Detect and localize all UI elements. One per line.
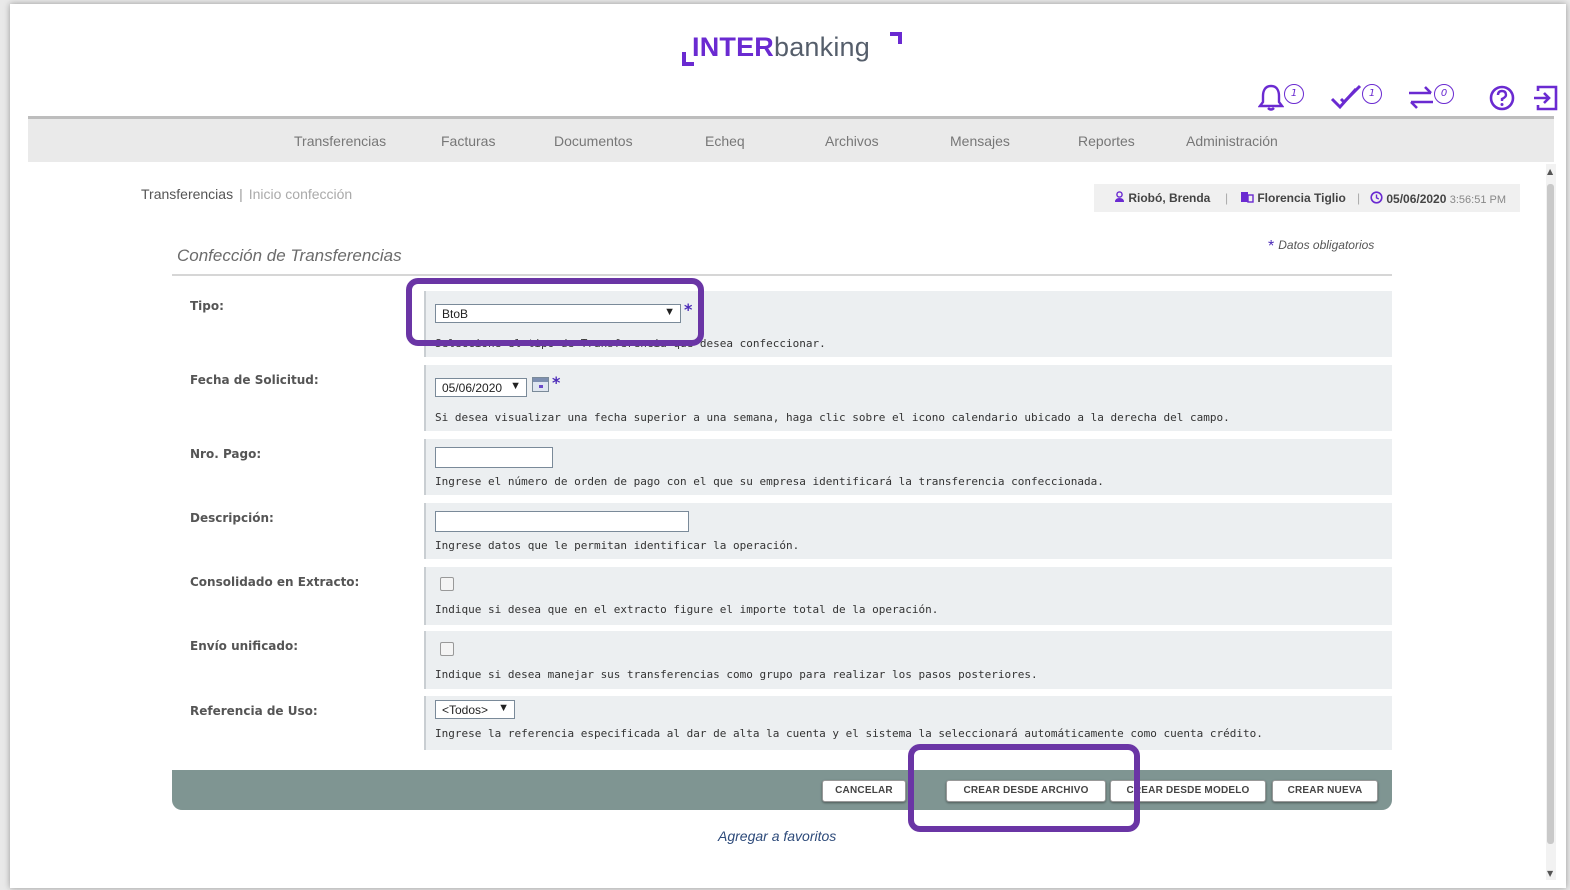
descripcion-field: Ingrese datos que le permitan identifica… bbox=[424, 503, 1392, 559]
title-divider bbox=[172, 274, 1392, 276]
breadcrumb-section[interactable]: Transferencias bbox=[141, 186, 233, 202]
page-title: Confección de Transferencias bbox=[177, 246, 402, 265]
userbar-separator: | bbox=[1225, 191, 1229, 205]
consolidado-checkbox[interactable] bbox=[440, 577, 454, 591]
breadcrumb-current: Inicio confección bbox=[248, 186, 353, 202]
check-icon[interactable]: 1 bbox=[1330, 82, 1382, 118]
chevron-down-icon: ▼ bbox=[510, 380, 521, 392]
scroll-down-arrow-icon[interactable]: ▼ bbox=[1547, 869, 1553, 878]
required-note: * Datos obligatorios bbox=[1268, 238, 1374, 256]
scroll-up-arrow-icon[interactable]: ▲ bbox=[1547, 167, 1553, 176]
logout-icon[interactable] bbox=[1532, 82, 1560, 118]
referencia-field: <Todos> ▼ Ingrese la referencia especifi… bbox=[424, 696, 1392, 750]
required-note-text: Datos obligatorios bbox=[1278, 238, 1375, 252]
session-time: 3:56:51 PM bbox=[1449, 194, 1507, 206]
nav-archivos[interactable]: Archivos bbox=[825, 133, 879, 149]
envio-checkbox[interactable] bbox=[440, 642, 454, 656]
required-star: * bbox=[1268, 238, 1275, 255]
nro-pago-hint: Ingrese el número de orden de pago con e… bbox=[435, 475, 1104, 488]
bell-icon[interactable]: 1 bbox=[1258, 82, 1304, 118]
transfer-icon[interactable]: 0 bbox=[1406, 82, 1454, 118]
descripcion-label: Descripción: bbox=[190, 511, 274, 525]
logo-bracket-right bbox=[890, 32, 902, 44]
nav-echeq[interactable]: Echeq bbox=[705, 133, 745, 149]
row-fecha: Fecha de Solicitud: 05/06/2020 ▼ * Si de… bbox=[172, 365, 1392, 431]
descripcion-input[interactable] bbox=[435, 511, 689, 532]
envio-hint: Indique si desea manejar sus transferenc… bbox=[435, 668, 1038, 681]
referencia-selected-value: <Todos> bbox=[442, 703, 489, 717]
consolidado-field: Indique si desea que en el extracto figu… bbox=[424, 567, 1392, 625]
userbar-separator: | bbox=[1357, 191, 1361, 205]
tipo-label: Tipo: bbox=[190, 299, 224, 313]
fecha-select[interactable]: 05/06/2020 ▼ bbox=[435, 378, 527, 397]
row-tipo: Tipo: BtoB ▼ * Seleccione el tipo de Tra… bbox=[172, 291, 1392, 357]
row-descripcion: Descripción: Ingrese datos que le permit… bbox=[172, 503, 1392, 559]
action-bar: CANCELAR CREAR DESDE ARCHIVO CREAR DESDE… bbox=[172, 770, 1392, 810]
nro-pago-input[interactable] bbox=[435, 447, 553, 468]
logo-text: INTERbanking bbox=[692, 32, 870, 63]
user-name: Riobó, Brenda bbox=[1128, 191, 1211, 205]
breadcrumb: Transferencias | Inicio confección bbox=[141, 186, 352, 202]
main-nav: Transferencias Facturas Documentos Echeq… bbox=[28, 116, 1554, 162]
transfers-count: 0 bbox=[1434, 84, 1454, 104]
chevron-down-icon: ▼ bbox=[498, 702, 509, 714]
fecha-field: 05/06/2020 ▼ * Si desea visualizar una f… bbox=[424, 365, 1392, 431]
required-star: * bbox=[552, 373, 561, 392]
calendar-icon[interactable] bbox=[532, 377, 549, 392]
envio-field: Indique si desea manejar sus transferenc… bbox=[424, 631, 1392, 689]
nav-reportes[interactable]: Reportes bbox=[1078, 133, 1135, 149]
add-to-favorites-link[interactable]: Agregar a favoritos bbox=[718, 828, 836, 844]
fecha-selected-value: 05/06/2020 bbox=[442, 381, 503, 395]
app-window: INTERbanking 1 1 0 Transferencias Factur… bbox=[10, 4, 1566, 888]
nro-pago-label: Nro. Pago: bbox=[190, 447, 262, 461]
breadcrumb-separator: | bbox=[239, 186, 243, 202]
cancel-button[interactable]: CANCELAR bbox=[822, 780, 906, 802]
building-icon bbox=[1241, 192, 1254, 203]
nav-documentos[interactable]: Documentos bbox=[554, 133, 633, 149]
fecha-hint: Si desea visualizar una fecha superior a… bbox=[435, 411, 1230, 424]
vertical-scrollbar[interactable]: ▲ ▼ bbox=[1546, 164, 1556, 880]
referencia-select[interactable]: <Todos> ▼ bbox=[435, 700, 515, 719]
row-envio: Envío unificado: Indique si desea maneja… bbox=[172, 631, 1392, 689]
referencia-hint: Ingrese la referencia especificada al da… bbox=[435, 727, 1263, 740]
nav-facturas[interactable]: Facturas bbox=[441, 133, 495, 149]
nav-mensajes[interactable]: Mensajes bbox=[950, 133, 1010, 149]
envio-label: Envío unificado: bbox=[190, 639, 299, 653]
fecha-label: Fecha de Solicitud: bbox=[190, 373, 319, 387]
datetime-segment: 05/06/2020 3:56:51 PM bbox=[1370, 191, 1506, 206]
consolidado-label: Consolidado en Extracto: bbox=[190, 575, 360, 589]
highlight-tipo bbox=[406, 278, 704, 346]
highlight-crear-desde-archivo bbox=[908, 744, 1140, 832]
nro-pago-field: Ingrese el número de orden de pago con e… bbox=[424, 439, 1392, 495]
approvals-count: 1 bbox=[1362, 84, 1382, 104]
scrollbar-thumb[interactable] bbox=[1547, 184, 1554, 844]
session-date: 05/06/2020 bbox=[1386, 192, 1447, 206]
nav-administracion[interactable]: Administración bbox=[1186, 133, 1278, 149]
user-segment: Riobó, Brenda bbox=[1114, 191, 1210, 205]
consolidado-hint: Indique si desea que en el extracto figu… bbox=[435, 603, 939, 616]
referencia-label: Referencia de Uso: bbox=[190, 704, 318, 718]
row-nro-pago: Nro. Pago: Ingrese el número de orden de… bbox=[172, 439, 1392, 495]
nav-transferencias[interactable]: Transferencias bbox=[294, 133, 386, 149]
company-name: Florencia Tiglio bbox=[1257, 191, 1346, 205]
logo-inter: INTER bbox=[692, 32, 774, 62]
user-info-bar: Riobó, Brenda | Florencia Tiglio | 05/06… bbox=[1094, 184, 1520, 212]
notifications-count: 1 bbox=[1284, 84, 1304, 104]
descripcion-hint: Ingrese datos que le permitan identifica… bbox=[435, 539, 800, 552]
row-consolidado: Consolidado en Extracto: Indique si dese… bbox=[172, 567, 1392, 625]
row-referencia: Referencia de Uso: <Todos> ▼ Ingrese la … bbox=[172, 696, 1392, 750]
create-new-button[interactable]: CREAR NUEVA bbox=[1272, 780, 1378, 802]
logo-banking: banking bbox=[774, 32, 870, 62]
company-segment: Florencia Tiglio bbox=[1240, 191, 1346, 205]
help-icon[interactable] bbox=[1488, 82, 1516, 118]
clock-icon bbox=[1370, 191, 1383, 204]
user-icon bbox=[1115, 191, 1124, 202]
